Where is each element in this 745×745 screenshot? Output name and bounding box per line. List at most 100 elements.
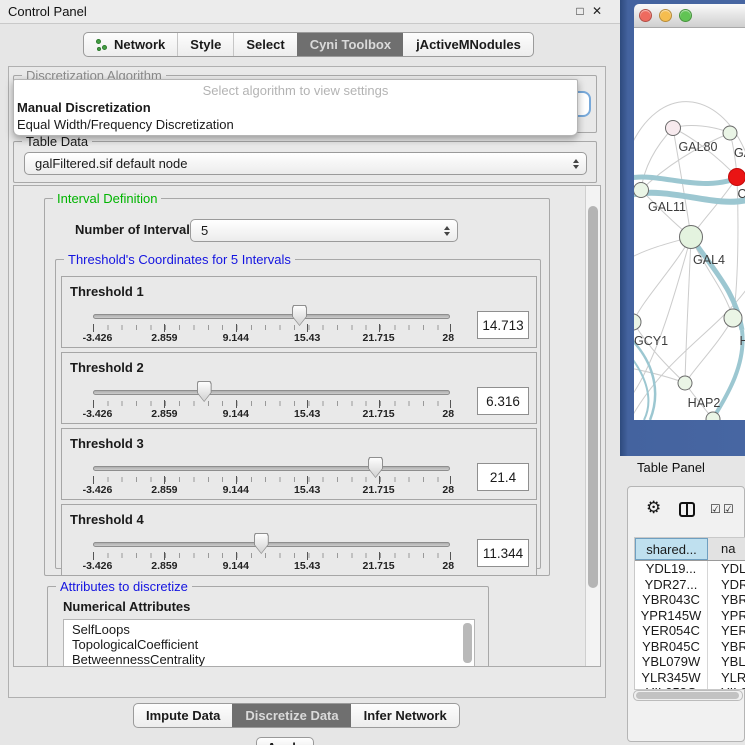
- tick-label: 9.144: [223, 332, 249, 344]
- node-label: GCY1: [634, 334, 668, 348]
- tab-label: Discretize Data: [245, 708, 338, 723]
- attribute-item[interactable]: TopologicalCoefficient: [72, 637, 474, 652]
- numerical-attributes-label: Numerical Attributes: [63, 599, 190, 614]
- tab-cyni-toolbox[interactable]: Cyni Toolbox: [297, 33, 403, 56]
- network-node[interactable]: [634, 314, 641, 330]
- table-row[interactable]: YBR045CYBR0: [635, 639, 745, 655]
- column-header-name[interactable]: na: [708, 538, 745, 560]
- slider-tick-labels: -3.4262.8599.14415.4321.71528: [93, 408, 450, 421]
- close-panel-icon[interactable]: ✕: [589, 3, 605, 19]
- float-window-icon[interactable]: □: [572, 3, 588, 19]
- settings-gear-icon[interactable]: ⚙: [646, 499, 661, 516]
- network-node[interactable]: [634, 183, 649, 198]
- combobox-stepper-icon: [573, 159, 579, 169]
- attributes-group-title: Attributes to discretize: [56, 579, 192, 594]
- network-node[interactable]: [724, 309, 742, 327]
- apply-button[interactable]: Apply: [256, 737, 314, 745]
- numerical-attributes-list: SelfLoopsTopologicalCoefficientBetweenne…: [63, 619, 475, 667]
- settings-vertical-scrollbar[interactable]: [585, 186, 600, 666]
- column-header-shared-name[interactable]: shared...: [635, 538, 708, 560]
- table-row[interactable]: YLR345WYLR3: [635, 670, 745, 686]
- control-panel-titlebar: Control Panel □ ✕: [0, 0, 620, 24]
- minimize-light-icon[interactable]: [659, 9, 672, 22]
- table-row[interactable]: YBR043CYBR0: [635, 592, 745, 608]
- node-label: GAL4: [693, 253, 725, 267]
- algorithm-option-equal-width[interactable]: Equal Width/Frequency Discretization: [17, 117, 234, 132]
- table-row[interactable]: YBL079WYBL0: [635, 654, 745, 670]
- number-of-intervals-label: Number of Intervals: [75, 222, 197, 237]
- algorithm-placeholder-option[interactable]: Select algorithm to view settings: [14, 83, 577, 98]
- tab-jactivemnodules[interactable]: jActiveMNodules: [403, 33, 533, 56]
- slider-thumb-icon[interactable]: [292, 305, 307, 326]
- table-row[interactable]: YER054CYER0: [635, 623, 745, 639]
- threshold-slider: -3.4262.8599.14415.4321.71528: [93, 353, 450, 425]
- threshold-value-field[interactable]: 21.4: [477, 463, 529, 491]
- table-row[interactable]: YPR145WYPR1: [635, 608, 745, 624]
- threshold-slider: -3.4262.8599.14415.4321.71528: [93, 505, 450, 577]
- slider-track[interactable]: [93, 314, 450, 319]
- combobox-stepper-icon: [444, 226, 450, 236]
- table-row[interactable]: YDR27...YDR2: [635, 577, 745, 593]
- control-panel-tab-bar: Network Style Select Cyni Toolbox jActiveMNo…: [83, 32, 534, 57]
- slider-thumb-icon[interactable]: [254, 533, 269, 554]
- tab-label: Cyni Toolbox: [310, 37, 391, 52]
- scrollbar-thumb[interactable]: [636, 692, 739, 699]
- network-node[interactable]: [680, 226, 703, 249]
- network-window-titlebar[interactable]: [634, 4, 745, 28]
- tab-label: Style: [190, 37, 221, 52]
- attributes-scrollbar[interactable]: [463, 623, 472, 663]
- slider-track[interactable]: [93, 466, 450, 471]
- tick-label: 28: [442, 484, 454, 496]
- tab-impute-data[interactable]: Impute Data: [134, 704, 232, 727]
- tab-network[interactable]: Network: [84, 33, 177, 56]
- tab-infer-network[interactable]: Infer Network: [351, 704, 459, 727]
- number-of-intervals-combobox[interactable]: 5: [190, 219, 458, 242]
- network-canvas[interactable]: GAL80GACGAL11GAL4GCY1HHAP2: [634, 28, 745, 420]
- slider-tick-labels: -3.4262.8599.14415.4321.71528: [93, 560, 450, 573]
- slider-track[interactable]: [93, 390, 450, 395]
- threshold-value-field[interactable]: 14.713: [477, 311, 529, 339]
- slider-thumb-icon[interactable]: [197, 381, 212, 402]
- table-data-combobox[interactable]: galFiltered.sif default node: [24, 152, 587, 175]
- checkbox-icon[interactable]: ☑: [710, 503, 721, 515]
- zoom-light-icon[interactable]: [679, 9, 692, 22]
- table-panel-title: Table Panel: [637, 460, 705, 475]
- checkbox-icon[interactable]: ☑: [723, 503, 734, 515]
- node-label: C: [737, 187, 745, 201]
- table-panel: ⚙ ☑ ☑ shared... na YDL19...YDL1YDR27...Y…: [627, 486, 745, 742]
- tick-label: 28: [442, 408, 454, 420]
- network-graph: GAL80GACGAL11GAL4GCY1HHAP2: [634, 28, 745, 420]
- scrollbar-thumb[interactable]: [588, 206, 598, 588]
- thresholds-group: Threshold's Coordinates for 5 Intervals …: [55, 259, 541, 569]
- network-edge: [673, 126, 730, 133]
- tick-label: 28: [442, 560, 454, 572]
- node-label: HAP2: [688, 396, 721, 410]
- tick-label: -3.426: [83, 484, 113, 496]
- network-node[interactable]: [729, 169, 745, 186]
- tab-style[interactable]: Style: [177, 33, 233, 56]
- threshold-value-field[interactable]: 6.316: [477, 387, 529, 415]
- tab-select[interactable]: Select: [233, 33, 296, 56]
- threshold-value-field[interactable]: 11.344: [477, 539, 529, 567]
- control-panel-title: Control Panel: [8, 4, 87, 19]
- node-table: shared... na YDL19...YDL1YDR27...YDR2YBR…: [634, 537, 745, 690]
- network-node[interactable]: [678, 376, 692, 390]
- application-window: Control Panel □ ✕ Network Style Select Cyni…: [0, 0, 745, 745]
- settings-scrollpane: Interval Definition Number of Intervals …: [13, 185, 601, 667]
- network-node[interactable]: [666, 121, 681, 136]
- slider-thumb-icon[interactable]: [368, 457, 383, 478]
- attribute-item[interactable]: SelfLoops: [72, 622, 474, 637]
- slider-track[interactable]: [93, 542, 450, 547]
- close-light-icon[interactable]: [639, 9, 652, 22]
- attribute-item[interactable]: BetweennessCentrality: [72, 652, 474, 667]
- tick-label: 9.144: [223, 408, 249, 420]
- table-header-row: shared... na: [635, 538, 745, 561]
- node-label: H: [739, 334, 745, 348]
- algorithm-option-manual[interactable]: Manual Discretization: [17, 100, 151, 115]
- split-columns-icon[interactable]: [679, 502, 695, 517]
- table-row[interactable]: YDL19...YDL1: [635, 561, 745, 577]
- network-node[interactable]: [723, 126, 737, 140]
- tab-discretize-data[interactable]: Discretize Data: [232, 704, 350, 727]
- tick-label: 2.859: [151, 484, 177, 496]
- table-horizontal-scrollbar[interactable]: [633, 690, 743, 701]
